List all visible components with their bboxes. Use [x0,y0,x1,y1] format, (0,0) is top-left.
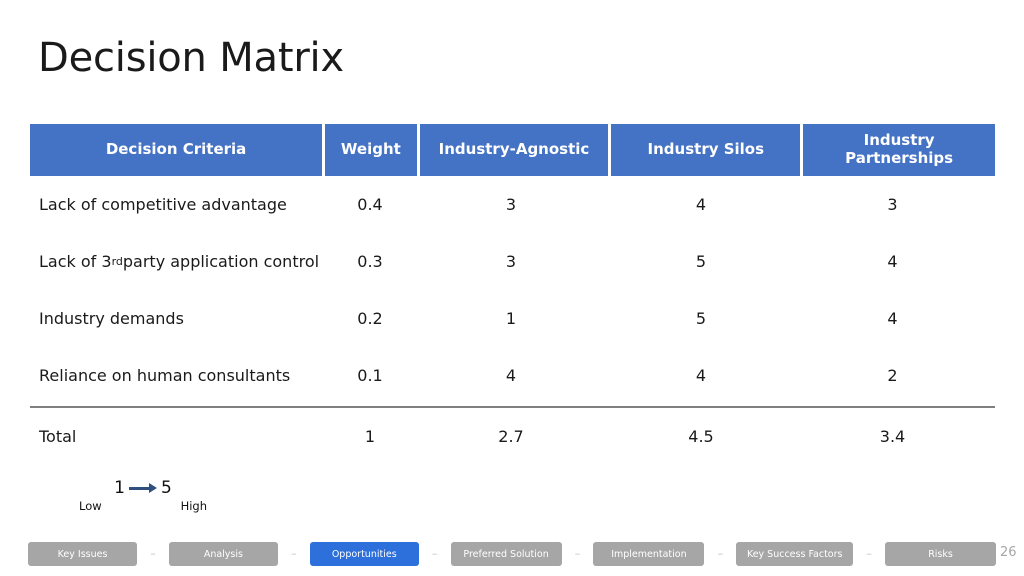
table-body: Lack of competitive advantage 0.4 3 4 3 Lack … [30,176,995,404]
cell-industry-partnerships: 4 [887,308,898,328]
column-header-industry-agnostic: Industry-Agnostic [419,124,609,176]
nav-button-implementation[interactable]: Implementation [593,542,705,566]
legend-high-value: 5 [161,478,172,498]
cell-weight: 0.1 [357,365,383,385]
cell-weight: 0.3 [357,251,383,271]
criteria-text: Lack of 3 [39,251,112,271]
nav-separator: – [866,547,872,560]
nav-separator: – [150,547,156,560]
total-label: Total [39,427,77,446]
nav-button-key-success-factors[interactable]: Key Success Factors [736,542,854,566]
decision-matrix-table: Decision Criteria Weight Industry-Agnost… [30,124,995,466]
legend-low-label: Low [79,499,102,513]
legend-high-label: High [180,499,207,513]
cell-industry-agnostic: 3 [505,194,517,214]
nav-button-opportunities[interactable]: Opportunities [309,542,419,566]
scale-legend: 1 5 Low High [78,478,208,513]
legend-scale: 1 5 [78,478,208,498]
column-header-industry-partnerships: Industry Partnerships [803,124,995,176]
total-industry-partnerships: 3.4 [879,427,906,446]
total-weight: 1 [364,427,376,446]
table-row: Reliance on human consultants 0.1 4 4 2 [30,347,995,404]
total-industry-agnostic: 2.7 [498,427,524,446]
cell-industry-partnerships: 3 [887,194,898,214]
page-number: 26 [1000,545,1017,560]
column-header-weight: Weight [325,124,417,176]
nav-button-preferred-solution[interactable]: Preferred Solution [450,542,562,566]
table-row-total: Total 1 2.7 4.5 3.4 [30,408,995,466]
cell-industry-partnerships: 2 [887,365,898,385]
cell-industry-silos: 5 [695,251,707,271]
nav-separator: – [291,547,297,560]
nav-separator: – [717,547,724,560]
table-header-row: Decision Criteria Weight Industry-Agnost… [30,124,995,176]
column-header-industry-silos: Industry Silos [611,124,801,176]
slide: Decision Matrix Decision Criteria Weight… [0,0,1024,576]
legend-labels: Low High [78,499,208,513]
cell-weight: 0.4 [357,194,383,214]
cell-industry-partnerships: 4 [887,251,898,271]
cell-industry-agnostic: 1 [505,308,517,328]
nav-button-risks[interactable]: Risks [884,542,997,566]
cell-decision-criteria: Reliance on human consultants [39,365,291,385]
arrow-right-icon [129,483,157,493]
page-title: Decision Matrix [38,35,344,81]
column-header-decision-criteria: Decision Criteria [30,124,323,176]
legend-low-value: 1 [114,478,125,498]
cell-decision-criteria: Industry demands [39,308,184,328]
nav-separator: – [574,547,581,560]
table-row: Industry demands 0.2 1 5 4 [30,290,995,347]
criteria-text-tail: party application control [122,251,320,271]
table-row: Lack of 3rd party application control 0.3… [30,233,995,290]
bottom-navigation: Key Issues – Analysis – Opportunities – Prefer… [28,542,997,566]
cell-industry-silos: 4 [695,194,707,214]
nav-button-key-issues[interactable]: Key Issues [28,542,138,566]
cell-industry-agnostic: 4 [505,365,517,385]
cell-decision-criteria: Lack of competitive advantage [39,194,287,214]
cell-industry-silos: 4 [695,365,707,385]
cell-industry-agnostic: 3 [505,251,517,271]
cell-decision-criteria: Lack of 3rd party application control [39,251,320,271]
table-row: Lack of competitive advantage 0.4 3 4 3 [30,176,995,233]
nav-button-analysis[interactable]: Analysis [168,542,278,566]
nav-separator: – [431,547,438,560]
cell-weight: 0.2 [357,308,383,328]
total-industry-silos: 4.5 [688,427,714,446]
cell-industry-silos: 5 [695,308,707,328]
